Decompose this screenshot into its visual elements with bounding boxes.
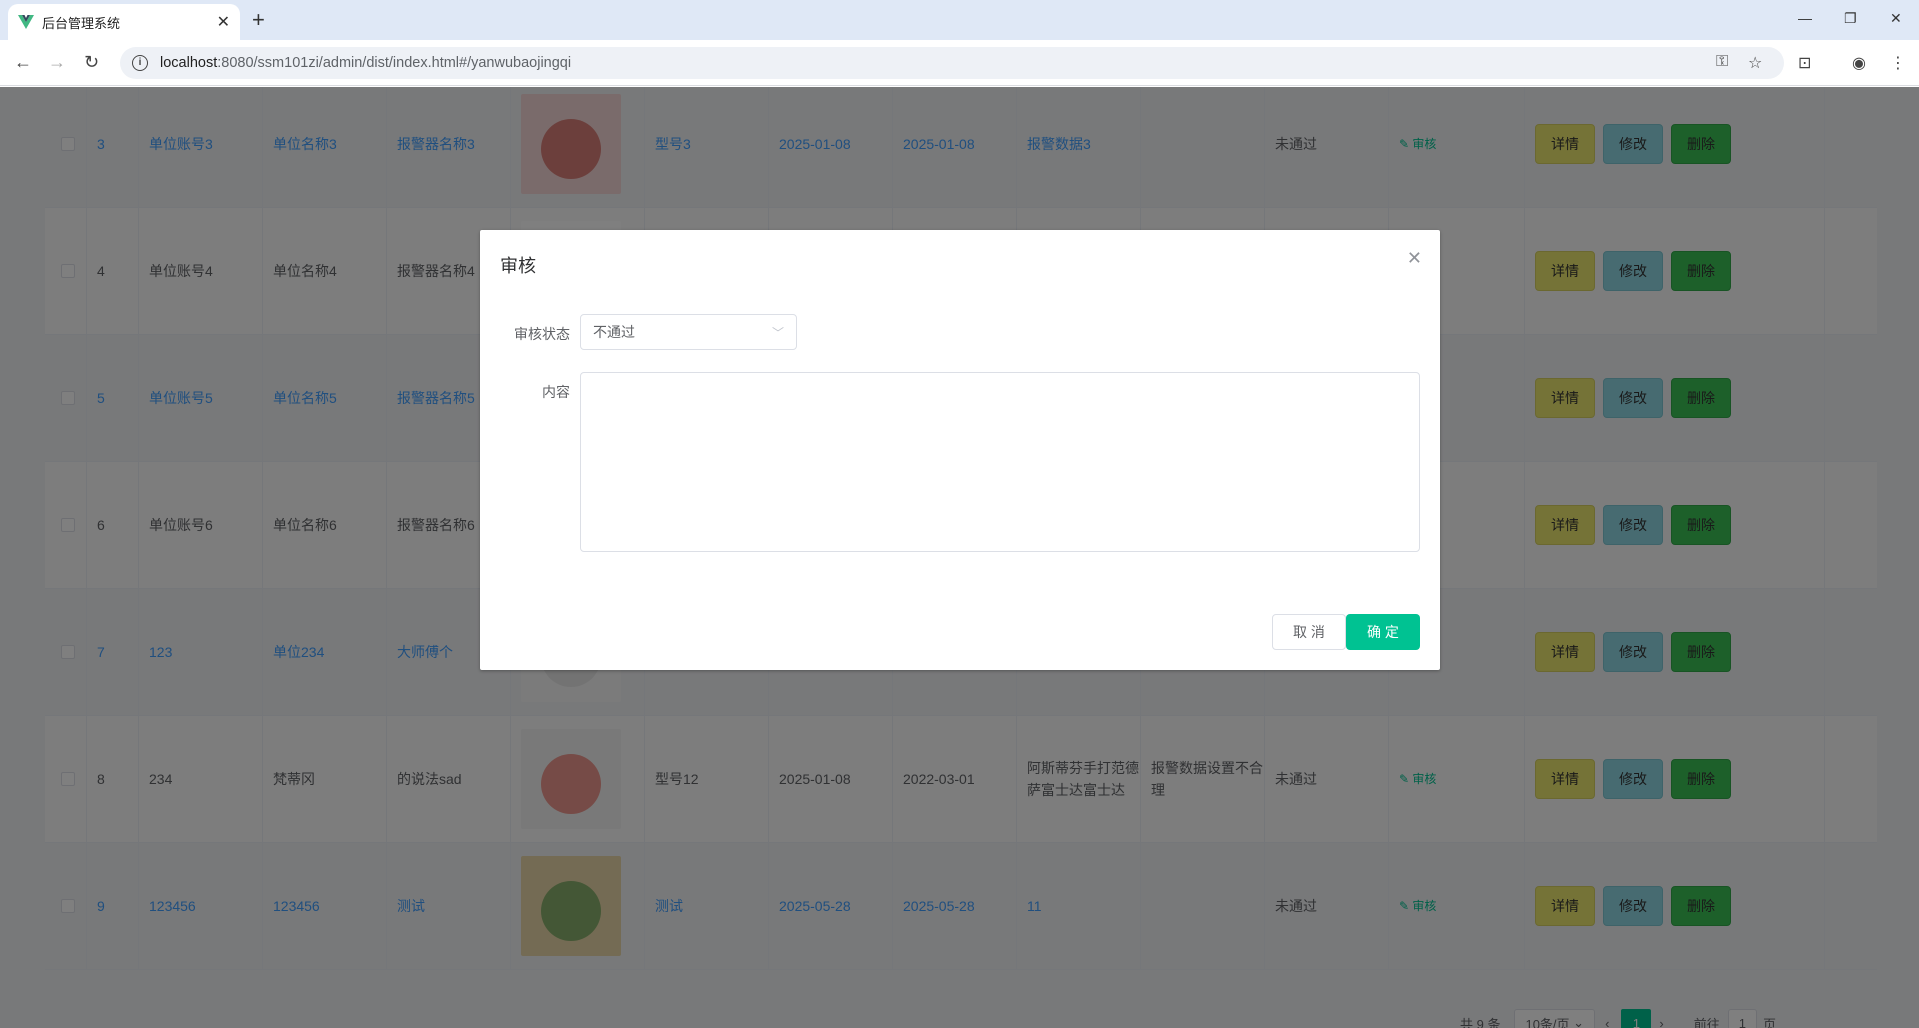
- site-info-icon[interactable]: i: [132, 55, 148, 71]
- reload-icon[interactable]: ↻: [84, 52, 99, 72]
- audit-dialog: 审核 ✕ 审核状态 不通过 ﹀ 内容 取 消 确 定: [480, 230, 1440, 670]
- status-select-value: 不通过: [593, 324, 635, 340]
- confirm-button[interactable]: 确 定: [1346, 614, 1420, 650]
- content-textarea[interactable]: [580, 372, 1420, 552]
- forward-icon[interactable]: →: [48, 52, 66, 72]
- dialog-close-icon[interactable]: ✕: [1407, 248, 1422, 269]
- status-select[interactable]: 不通过 ﹀: [580, 314, 797, 350]
- cancel-button[interactable]: 取 消: [1272, 614, 1346, 650]
- close-window-icon[interactable]: ✕: [1890, 10, 1902, 27]
- url-text: localhost:8080/ssm101zi/admin/dist/index…: [160, 55, 572, 71]
- menu-dots-icon[interactable]: ⋮: [1890, 53, 1906, 73]
- restore-icon[interactable]: ❐: [1844, 10, 1857, 27]
- minimize-icon[interactable]: —: [1798, 10, 1812, 26]
- dialog-title: 审核: [500, 256, 536, 276]
- browser-tab-bar: 后台管理系统 ✕ + — ❐ ✕: [0, 0, 1919, 40]
- password-key-icon[interactable]: ⚿: [1716, 53, 1728, 71]
- vue-logo-icon: [18, 15, 34, 29]
- tab-title: 后台管理系统: [42, 15, 121, 31]
- bookmark-star-icon[interactable]: ☆: [1748, 53, 1762, 73]
- content-label: 内容: [542, 384, 570, 400]
- tab-close-icon[interactable]: ✕: [217, 12, 230, 32]
- search-tab-icon[interactable]: ⊡: [1798, 53, 1811, 73]
- profile-icon[interactable]: ◉: [1852, 53, 1866, 73]
- new-tab-icon[interactable]: +: [252, 8, 265, 32]
- back-icon[interactable]: ←: [14, 52, 32, 72]
- browser-tab[interactable]: 后台管理系统 ✕: [8, 4, 240, 40]
- address-bar[interactable]: i localhost:8080/ssm101zi/admin/dist/ind…: [120, 47, 1784, 79]
- browser-toolbar: ← → ↻ i localhost:8080/ssm101zi/admin/di…: [0, 40, 1919, 86]
- chevron-down-icon: ﹀: [771, 325, 784, 340]
- status-label: 审核状态: [514, 326, 570, 342]
